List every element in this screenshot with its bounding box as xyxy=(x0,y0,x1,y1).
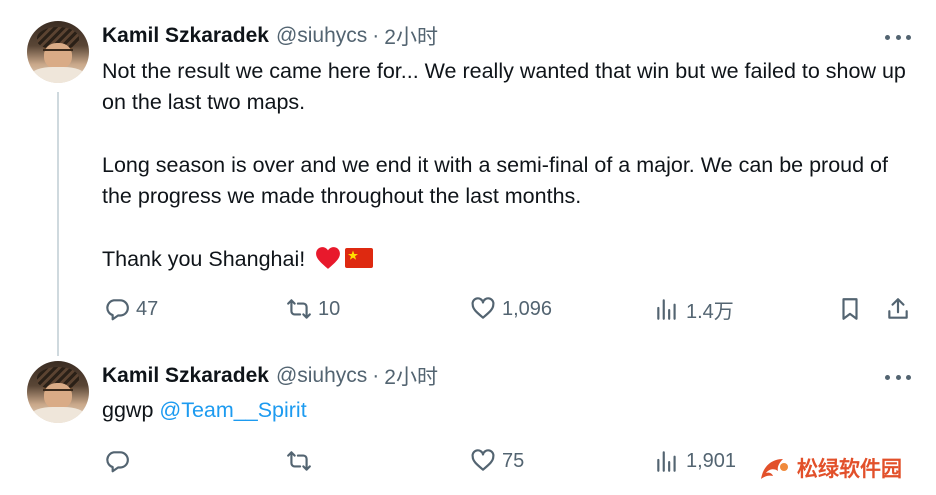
bookmark-button[interactable] xyxy=(837,294,863,324)
like-count: 75 xyxy=(502,449,525,472)
tweet-actions: 47 10 1,096 1.4万 xyxy=(0,294,936,324)
author-handle[interactable]: @siuhycs xyxy=(276,364,367,388)
tweet-header: Kamil Szkaradek @siuhycs · 2小时 xyxy=(102,23,438,49)
more-icon[interactable] xyxy=(885,27,911,47)
mention-link[interactable]: @Team__Spirit xyxy=(159,398,306,422)
reply-count: 47 xyxy=(136,297,159,320)
retweet-icon xyxy=(287,451,311,471)
like-count: 1,096 xyxy=(502,297,553,320)
reply-button[interactable] xyxy=(104,446,136,476)
watermark-logo-icon xyxy=(761,459,788,479)
author-name[interactable]: Kamil Szkaradek xyxy=(102,364,269,388)
like-button[interactable]: 1,096 xyxy=(470,294,552,324)
like-button[interactable]: 75 xyxy=(470,446,524,476)
reply-button[interactable]: 47 xyxy=(104,294,158,324)
timestamp[interactable]: 2小时 xyxy=(384,361,438,391)
tweet-text-prefix: ggwp xyxy=(102,398,160,422)
share-button[interactable] xyxy=(885,294,911,324)
watermark-text: 松绿软件园 xyxy=(797,458,902,481)
views-button[interactable]: 1.4万 xyxy=(654,294,734,324)
avatar-body xyxy=(31,67,85,83)
tweet-paragraph-text: Thank you Shanghai! xyxy=(102,247,306,271)
tweet-paragraph: Long season is over and we end it with a… xyxy=(102,153,888,208)
share-icon xyxy=(888,298,908,319)
separator: · xyxy=(372,364,380,387)
heart-icon xyxy=(471,449,495,471)
red-heart-icon xyxy=(315,246,341,279)
reply-icon xyxy=(106,451,129,473)
author-handle[interactable]: @siuhycs xyxy=(276,24,367,48)
tweet-text: Not the result we came here for... We re… xyxy=(102,56,912,279)
retweet-button[interactable]: 10 xyxy=(286,294,340,324)
tweet-header: Kamil Szkaradek @siuhycs · 2小时 xyxy=(102,363,438,389)
tweet-text: ggwp @Team__Spirit xyxy=(102,395,912,426)
bookmark-icon xyxy=(842,298,858,320)
timestamp[interactable]: 2小时 xyxy=(384,21,438,51)
avatar-glasses xyxy=(43,49,73,57)
heart-icon xyxy=(471,297,495,319)
china-flag-icon xyxy=(345,248,374,268)
views-button[interactable]: 1,901 xyxy=(654,446,736,476)
retweet-button[interactable] xyxy=(286,446,318,476)
views-count: 1,901 xyxy=(686,449,737,472)
tweet-paragraph-last: Thank you Shanghai! xyxy=(102,244,912,279)
tweet-paragraph: Not the result we came here for... We re… xyxy=(102,59,906,114)
avatar-glasses xyxy=(43,389,73,397)
tweet-main[interactable]: Kamil Szkaradek @siuhycs · 2小时 Not the r… xyxy=(0,0,936,356)
retweet-icon xyxy=(287,299,311,319)
views-icon xyxy=(657,299,676,320)
views-icon xyxy=(657,451,676,472)
watermark: 松绿软件园 xyxy=(757,453,902,483)
separator: · xyxy=(372,24,380,47)
avatar-body xyxy=(31,407,85,423)
avatar[interactable] xyxy=(27,21,89,83)
avatar[interactable] xyxy=(27,361,89,423)
author-name[interactable]: Kamil Szkaradek xyxy=(102,24,269,48)
retweet-count: 10 xyxy=(318,297,341,320)
views-count: 1.4万 xyxy=(686,300,734,323)
reply-icon xyxy=(106,299,129,321)
more-icon[interactable] xyxy=(885,367,911,387)
